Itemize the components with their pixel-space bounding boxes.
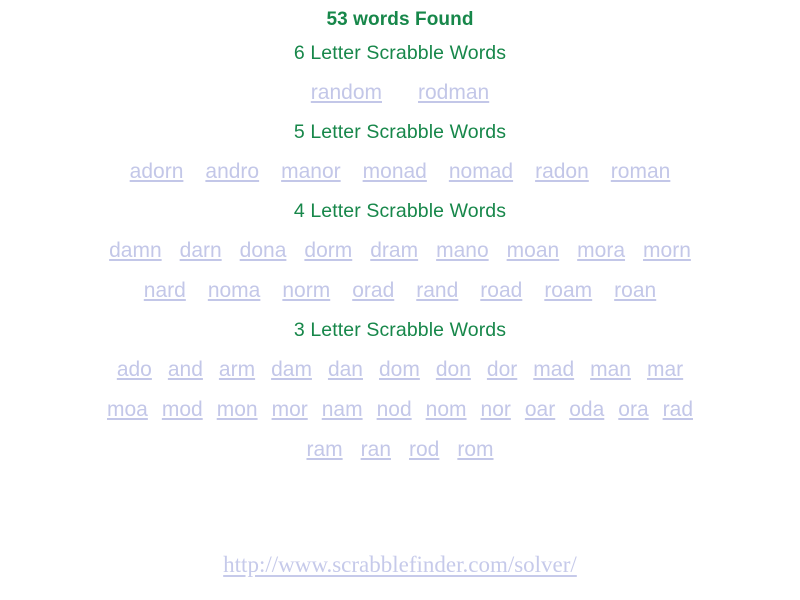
- word-link[interactable]: mor: [272, 390, 308, 430]
- word-link[interactable]: rodman: [418, 73, 489, 113]
- word-link[interactable]: moa: [107, 390, 148, 430]
- word-link[interactable]: dona: [240, 231, 287, 271]
- section-heading-4: 4 Letter Scrabble Words: [293, 200, 507, 222]
- word-link[interactable]: roam: [544, 271, 592, 311]
- word-link[interactable]: rod: [409, 430, 439, 470]
- word-link[interactable]: rand: [416, 271, 458, 311]
- word-link[interactable]: moan: [507, 231, 560, 271]
- word-rows-5: adorn andro manor monad nomad radon roman: [50, 152, 750, 192]
- word-link[interactable]: rom: [457, 430, 493, 470]
- word-link[interactable]: darn: [180, 231, 222, 271]
- word-link[interactable]: random: [311, 73, 382, 113]
- word-row: ado and arm dam dan dom don dor mad man mar: [109, 350, 691, 390]
- word-link[interactable]: nom: [426, 390, 467, 430]
- word-link[interactable]: and: [168, 350, 203, 390]
- word-rows-3: ado and arm dam dan dom don dor mad man mar moa mod…: [50, 350, 750, 470]
- word-rows-6: random rodman: [50, 73, 750, 113]
- word-row: moa mod mon mor nam nod nom nor oar oda ora rad: [100, 390, 700, 430]
- word-link[interactable]: damn: [109, 231, 162, 271]
- word-link[interactable]: ram: [306, 430, 342, 470]
- word-link[interactable]: norm: [282, 271, 330, 311]
- word-link[interactable]: dorm: [304, 231, 352, 271]
- section-heading-6: 6 Letter Scrabble Words: [293, 42, 507, 64]
- words-found-title: 53 words Found: [326, 9, 474, 30]
- section-heading-3: 3 Letter Scrabble Words: [293, 319, 507, 341]
- section-5-letter-words: 5 Letter Scrabble Words adorn andro manor m…: [0, 113, 800, 192]
- section-4-letter-words: 4 Letter Scrabble Words damn darn dona dorm…: [0, 192, 800, 311]
- word-link[interactable]: nomad: [449, 152, 513, 192]
- word-link[interactable]: radon: [535, 152, 589, 192]
- word-link[interactable]: mora: [577, 231, 625, 271]
- word-link[interactable]: mad: [533, 350, 574, 390]
- word-link[interactable]: ora: [618, 390, 648, 430]
- word-link[interactable]: roan: [614, 271, 656, 311]
- word-link[interactable]: adorn: [130, 152, 184, 192]
- word-row: nard noma norm orad rand road roam roan: [133, 271, 667, 311]
- word-link[interactable]: monad: [363, 152, 427, 192]
- word-link[interactable]: dor: [487, 350, 517, 390]
- word-link[interactable]: nard: [144, 271, 186, 311]
- section-3-letter-words: 3 Letter Scrabble Words ado and arm dam dan d…: [0, 311, 800, 470]
- word-link[interactable]: mar: [647, 350, 683, 390]
- word-rows-4: damn darn dona dorm dram mano moan mora morn nar…: [50, 231, 750, 311]
- section-6-letter-words: 6 Letter Scrabble Words random rodman: [0, 34, 800, 113]
- footer: http://www.scrabblefinder.com/solver/: [0, 552, 800, 578]
- word-link[interactable]: oda: [569, 390, 604, 430]
- word-row: ram ran rod rom: [297, 430, 502, 470]
- word-link[interactable]: nam: [322, 390, 363, 430]
- word-link[interactable]: mano: [436, 231, 489, 271]
- word-link[interactable]: rad: [663, 390, 693, 430]
- word-link[interactable]: oar: [525, 390, 555, 430]
- word-link[interactable]: manor: [281, 152, 341, 192]
- word-link[interactable]: andro: [205, 152, 259, 192]
- word-link[interactable]: noma: [208, 271, 261, 311]
- word-link[interactable]: dan: [328, 350, 363, 390]
- word-link[interactable]: mon: [217, 390, 258, 430]
- word-link[interactable]: don: [436, 350, 471, 390]
- word-link[interactable]: orad: [352, 271, 394, 311]
- word-link[interactable]: nod: [377, 390, 412, 430]
- word-link[interactable]: man: [590, 350, 631, 390]
- word-row: random rodman: [293, 73, 507, 113]
- word-link[interactable]: ado: [117, 350, 152, 390]
- word-row: damn darn dona dorm dram mano moan mora morn: [100, 231, 700, 271]
- word-link[interactable]: mod: [162, 390, 203, 430]
- word-link[interactable]: morn: [643, 231, 691, 271]
- solver-site-link[interactable]: http://www.scrabblefinder.com/solver/: [223, 552, 577, 577]
- section-heading-5: 5 Letter Scrabble Words: [293, 121, 507, 143]
- results-page: 53 words Found 6 Letter Scrabble Words r…: [0, 0, 800, 600]
- word-link[interactable]: nor: [481, 390, 511, 430]
- word-link[interactable]: arm: [219, 350, 255, 390]
- word-link[interactable]: road: [480, 271, 522, 311]
- word-link[interactable]: roman: [611, 152, 671, 192]
- word-link[interactable]: ran: [361, 430, 391, 470]
- word-row: adorn andro manor monad nomad radon roman: [119, 152, 682, 192]
- word-link[interactable]: dram: [370, 231, 418, 271]
- word-link[interactable]: dom: [379, 350, 420, 390]
- word-link[interactable]: dam: [271, 350, 312, 390]
